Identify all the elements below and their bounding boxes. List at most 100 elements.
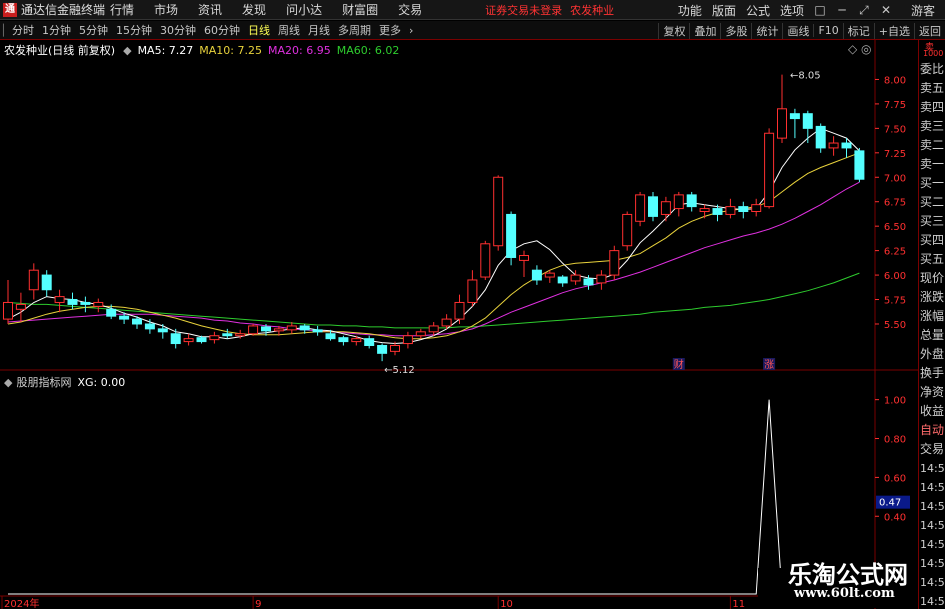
side-row: 收益 <box>920 404 945 418</box>
time-tick-label: 2024年 <box>4 597 39 609</box>
indicator-legend: ◆ 股朋指标网 XG: 0.00 <box>4 374 125 390</box>
ind-current-label: 0.47 <box>879 498 901 509</box>
candle-body <box>815 125 826 149</box>
candle-body <box>170 333 181 345</box>
candle-body <box>144 323 155 330</box>
candle-body <box>506 213 517 258</box>
candle-body <box>789 113 800 120</box>
candle-body <box>519 255 529 261</box>
side-row: 买二 <box>920 195 945 209</box>
candle-body <box>235 333 246 337</box>
ma10-label: MA10: 7.25 <box>199 43 262 57</box>
candle-body <box>261 326 271 332</box>
side-row: 14:56 <box>920 462 945 475</box>
ma-settings-icon[interactable]: ◆ <box>123 44 131 57</box>
main-chart-legend: 农发种业(日线 前复权) ◆ MA5: 7.27 MA10: 7.25 MA20… <box>4 42 405 58</box>
side-row: 总量 <box>920 328 945 342</box>
candle-body <box>544 272 555 278</box>
candle-body <box>286 325 297 331</box>
watermark-url: www.60lt.com <box>794 586 895 601</box>
side-row: 现价 <box>920 271 945 285</box>
side-row: 买三 <box>920 214 945 228</box>
candle-body <box>273 328 284 332</box>
price-tick-label: 7.75 <box>884 100 906 111</box>
candle-body <box>660 201 671 215</box>
candle-body <box>3 301 13 320</box>
candle-body <box>673 194 684 210</box>
quote-side-panel: 卖 1000 委比 卖五 卖四 卖三 卖二 卖一 买一 买二 买三 买四 买五 现价 涨跌 涨幅 总量 外盘换… <box>918 40 945 609</box>
time-tick-label: 10 <box>500 599 513 609</box>
candle-body <box>80 301 91 305</box>
watermark: 乐淘公式网 www.60lt.com <box>758 560 908 608</box>
candle-body <box>854 150 865 180</box>
candle-body <box>725 206 736 215</box>
xg-line <box>8 399 860 595</box>
side-row: 14:56 <box>920 519 945 532</box>
event-marker: 财 <box>674 358 684 371</box>
price-tick-label: 8.00 <box>884 75 906 86</box>
side-row: 涨幅 <box>920 309 945 323</box>
candle-body <box>28 269 39 291</box>
price-tick-label: 6.25 <box>884 247 906 258</box>
side-row: 委比 <box>920 62 945 76</box>
side-row: 14:56 <box>920 538 945 551</box>
candle-body <box>802 113 813 129</box>
side-row: 14:56 <box>920 557 945 570</box>
candle-body <box>41 274 52 291</box>
candle-body <box>222 333 233 337</box>
ma20-label: MA20: 6.95 <box>268 43 331 57</box>
side-row: 买五 <box>920 252 945 266</box>
side-row: 14:56 <box>920 576 945 589</box>
indicator-value: XG: 0.00 <box>77 375 126 389</box>
low-price-label: ←5.12 <box>384 365 415 376</box>
ind-tick-label: 0.60 <box>884 473 906 484</box>
candle-body <box>635 194 646 222</box>
candle-body <box>325 333 336 340</box>
candle-body <box>119 315 130 320</box>
candle-body <box>699 208 710 213</box>
side-row: 14:56 <box>920 595 945 608</box>
candle-body <box>15 303 26 310</box>
candle-body <box>299 325 310 331</box>
candle-body <box>338 337 349 343</box>
candle-body <box>209 335 220 341</box>
side-row: 外盘 <box>920 347 945 361</box>
candle-body <box>622 213 633 247</box>
side-header: 卖 1000 <box>919 40 945 60</box>
candle-body <box>583 278 594 286</box>
candle-body <box>648 196 658 217</box>
back-button[interactable]: 返回 <box>914 22 945 39</box>
time-tick-label: 11 <box>732 599 745 609</box>
indicator-settings-icon[interactable]: ◆ <box>4 376 12 389</box>
candle-body <box>596 274 607 284</box>
ma5-label: MA5: 7.27 <box>137 43 194 57</box>
candle-body <box>751 204 762 212</box>
side-row: 卖一 <box>920 157 945 171</box>
side-row[interactable]: 自动 <box>919 421 945 440</box>
kline-chart[interactable]: 8.00 7.75 7.50 7.25 7.00 6.75 6.50 6.25 6.00 5.75… <box>0 0 918 609</box>
candle-body <box>712 208 723 215</box>
side-header-b: 1000 <box>923 49 944 58</box>
candle-body <box>67 299 78 305</box>
candle-body <box>480 243 491 278</box>
candle-body <box>183 338 194 343</box>
stock-title: 农发种业(日线 前复权) <box>4 44 116 57</box>
candle-body <box>841 142 852 149</box>
candle-body <box>828 142 839 149</box>
side-row[interactable]: 交易 <box>919 440 945 459</box>
side-row: 卖二 <box>920 138 945 152</box>
time-tick-label: 9 <box>255 599 261 609</box>
candle-body <box>454 301 465 320</box>
candle-body <box>777 108 787 139</box>
side-row: 卖三 <box>920 119 945 133</box>
candle-body <box>312 329 323 333</box>
candle-body <box>570 274 581 282</box>
chart-tools-icons[interactable]: ◇ ◎ <box>848 42 872 56</box>
candle-body <box>377 345 388 354</box>
indicator-name: 股朋指标网 <box>16 376 72 389</box>
side-rows: 委比 卖五 卖四 卖三 卖二 卖一 买一 买二 买三 买四 买五 现价 涨跌 涨幅 总量 外盘 换手 净资 收益 自动… <box>919 60 945 609</box>
candle-body <box>441 318 452 327</box>
side-row: 买四 <box>920 233 945 247</box>
ma60-label: MA60: 6.02 <box>336 43 400 57</box>
candle-body <box>93 301 104 307</box>
